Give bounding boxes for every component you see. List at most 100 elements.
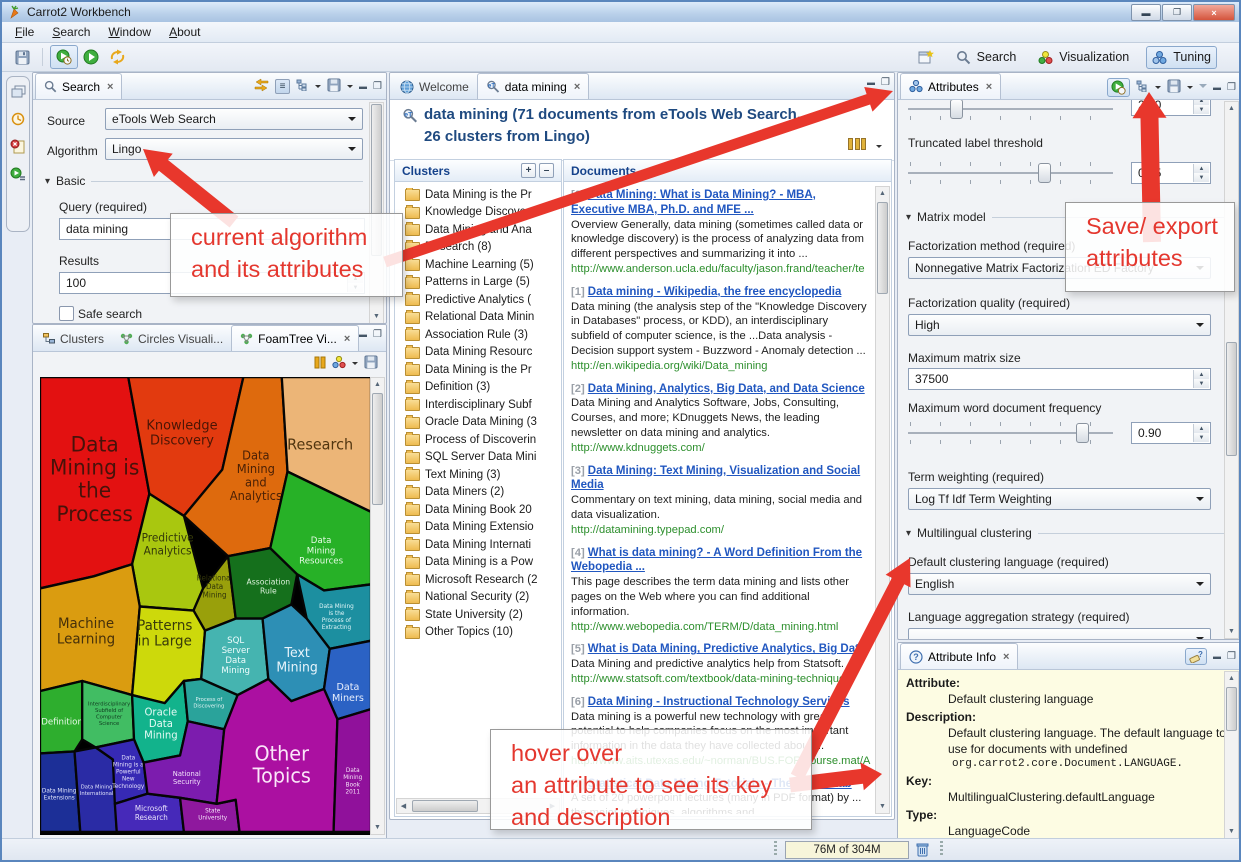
cluster-count-spinner[interactable]: 2.00 ▲▼ bbox=[1131, 100, 1211, 116]
documents-list[interactable]: [0] Data Mining: What is Data Mining? - … bbox=[571, 188, 871, 814]
tab-attributes[interactable]: Attributes × bbox=[900, 73, 1001, 99]
cluster-item[interactable]: Process of Discoverin bbox=[405, 431, 560, 449]
restart-button[interactable] bbox=[104, 46, 131, 68]
cluster-item[interactable]: Interdisciplinary Subf bbox=[405, 396, 560, 414]
menu-caret-icon[interactable] bbox=[352, 362, 358, 368]
restore-view-icon[interactable] bbox=[11, 85, 26, 101]
menu-item[interactable]: File bbox=[6, 23, 43, 41]
term-weighting-select[interactable]: Log Tf Idf Term Weighting bbox=[908, 488, 1211, 510]
cluster-item[interactable]: National Security (2) bbox=[405, 589, 560, 607]
tree-view-icon[interactable] bbox=[296, 79, 309, 94]
cluster-item[interactable]: Data Mining Internati bbox=[405, 536, 560, 554]
save-export-attributes-icon[interactable] bbox=[1167, 79, 1181, 96]
tab-foamtree-visualization[interactable]: FoamTree Vi... × bbox=[231, 325, 359, 351]
document-title-link[interactable]: What is Data Mining, Predictive Analytic… bbox=[588, 643, 866, 655]
maximize-icon[interactable]: ❐ bbox=[373, 330, 382, 340]
tab-welcome[interactable]: Welcome bbox=[392, 74, 477, 99]
close-icon[interactable]: × bbox=[1003, 651, 1009, 663]
minimize-icon[interactable]: ▬ bbox=[359, 82, 367, 92]
run-with-scheduler-button[interactable] bbox=[50, 45, 78, 69]
cluster-count-slider[interactable] bbox=[908, 108, 1113, 110]
save-menu-caret-icon[interactable] bbox=[347, 85, 353, 91]
cluster-item[interactable]: Knowledge Discovery bbox=[405, 204, 560, 222]
cluster-item[interactable]: Other Topics (10) bbox=[405, 624, 560, 642]
maximize-icon[interactable]: ❐ bbox=[373, 82, 382, 92]
attribute-info-scrollbar[interactable]: ▲ ▼ bbox=[1224, 671, 1239, 839]
document-title-link[interactable]: Data Mining, Analytics, Big Data, and Da… bbox=[588, 383, 865, 395]
document-url[interactable]: http://www.webopedia.com/TERM/D/data_min… bbox=[571, 620, 869, 635]
window-minimize-button[interactable]: ▬ bbox=[1131, 4, 1161, 21]
error-log-icon[interactable] bbox=[10, 139, 26, 157]
section-multilingual-clustering[interactable]: Multilingual clustering bbox=[906, 526, 1226, 540]
menu-item[interactable]: Window bbox=[99, 23, 160, 41]
cluster-item[interactable]: Data Mining and Ana bbox=[405, 221, 560, 239]
document-url[interactable]: http://www.anderson.ucla.edu/faculty/jas… bbox=[571, 262, 869, 277]
tab-circles-visualization[interactable]: Circles Visuali... bbox=[112, 326, 231, 351]
document-url[interactable]: http://en.wikipedia.org/wiki/Data_mining bbox=[571, 359, 869, 374]
cluster-item[interactable]: Text Mining (3) bbox=[405, 466, 560, 484]
tab-search[interactable]: Search × bbox=[35, 73, 122, 99]
document-url[interactable]: http://datamining.typepad.com/ bbox=[571, 523, 869, 538]
cluster-item[interactable]: Relational Data Minin bbox=[405, 309, 560, 327]
save-button[interactable] bbox=[10, 47, 35, 68]
section-basic[interactable]: Basic bbox=[45, 174, 363, 188]
attributes-circles-icon[interactable] bbox=[332, 356, 346, 372]
flat-list-icon[interactable]: ≡ bbox=[275, 79, 290, 94]
save-attributes-icon[interactable] bbox=[327, 78, 341, 95]
layout-menu-caret-icon[interactable] bbox=[876, 145, 882, 151]
foamtree-scrollbar[interactable]: ▲ ▼ bbox=[370, 377, 385, 835]
cluster-item[interactable]: Research (8) bbox=[405, 239, 560, 257]
perspective-search-button[interactable]: Search bbox=[951, 47, 1022, 68]
language-aggregation-select[interactable] bbox=[908, 628, 1211, 640]
cluster-item[interactable]: Data Mining Resourc bbox=[405, 344, 560, 362]
close-icon[interactable]: × bbox=[574, 81, 580, 93]
tree-menu-caret-icon[interactable] bbox=[315, 85, 321, 91]
cluster-item[interactable]: Machine Learning (5) bbox=[405, 256, 560, 274]
live-update-button[interactable] bbox=[1107, 78, 1130, 97]
swap-source-icon[interactable] bbox=[254, 78, 269, 95]
window-maximize-button[interactable]: ❐ bbox=[1162, 4, 1192, 21]
cluster-item[interactable]: Definition (3) bbox=[405, 379, 560, 397]
tab-attribute-info[interactable]: ? Attribute Info × bbox=[900, 643, 1018, 669]
save-image-icon[interactable] bbox=[364, 355, 378, 372]
close-icon[interactable]: × bbox=[344, 333, 350, 345]
minimize-icon[interactable]: ▬ bbox=[867, 78, 875, 88]
max-word-frequency-spinner[interactable]: 0.90 ▲▼ bbox=[1131, 422, 1211, 444]
foamtree-chart[interactable]: DataMining istheProcessKnowledgeDiscover… bbox=[40, 377, 371, 835]
open-perspective-button[interactable] bbox=[913, 47, 939, 68]
perspective-visualization-button[interactable]: Visualization bbox=[1033, 47, 1134, 68]
attributes-scrollbar[interactable]: ▲ ▼ bbox=[1224, 101, 1239, 639]
max-matrix-size-input[interactable]: 37500 ▲▼ bbox=[908, 368, 1211, 390]
clusters-tree[interactable]: Data Mining is the Pr Knowledge Discover… bbox=[405, 186, 560, 780]
default-language-select[interactable]: English bbox=[908, 573, 1211, 595]
menu-item[interactable]: Search bbox=[43, 23, 99, 41]
menu-item[interactable]: About bbox=[160, 23, 209, 41]
factorization-quality-select[interactable]: High bbox=[908, 314, 1211, 336]
garbage-collect-button[interactable] bbox=[915, 841, 930, 860]
benchmark-icon[interactable] bbox=[10, 111, 26, 129]
expand-all-icon[interactable]: + bbox=[521, 163, 536, 178]
minimize-icon[interactable]: ▬ bbox=[1213, 83, 1221, 93]
run-list-icon[interactable] bbox=[10, 167, 26, 185]
cluster-item[interactable]: Oracle Data Mining (3 bbox=[405, 414, 560, 432]
maximize-icon[interactable]: ❐ bbox=[1227, 83, 1236, 93]
link-selection-button[interactable]: ? bbox=[1185, 648, 1207, 665]
cluster-item[interactable]: Data Mining is the Pr bbox=[405, 361, 560, 379]
window-close-button[interactable]: × bbox=[1193, 4, 1235, 21]
document-title-link[interactable]: Data mining - Wikipedia, the free encycl… bbox=[588, 286, 842, 298]
cluster-item[interactable]: Data Mining Book 20 bbox=[405, 501, 560, 519]
minimize-icon[interactable]: ▬ bbox=[359, 330, 367, 340]
cluster-item[interactable]: Data Miners (2) bbox=[405, 484, 560, 502]
cluster-item[interactable]: Predictive Analytics ( bbox=[405, 291, 560, 309]
tab-data-mining[interactable]: eT data mining × bbox=[477, 73, 589, 99]
cluster-item[interactable]: Data Mining is the Pr bbox=[405, 186, 560, 204]
tree-view-icon[interactable] bbox=[1136, 80, 1149, 95]
view-menu-icon[interactable] bbox=[1199, 84, 1207, 92]
save-menu-caret-icon[interactable] bbox=[1187, 86, 1193, 92]
collapse-all-icon[interactable]: – bbox=[539, 163, 554, 178]
source-select[interactable]: eTools Web Search bbox=[105, 108, 363, 130]
cluster-item[interactable]: Association Rule (3) bbox=[405, 326, 560, 344]
cluster-item[interactable]: Microsoft Research (2 bbox=[405, 571, 560, 589]
maximize-icon[interactable]: ❐ bbox=[1227, 652, 1236, 662]
document-title-link[interactable]: Data Mining: Text Mining, Visualization … bbox=[571, 465, 860, 492]
